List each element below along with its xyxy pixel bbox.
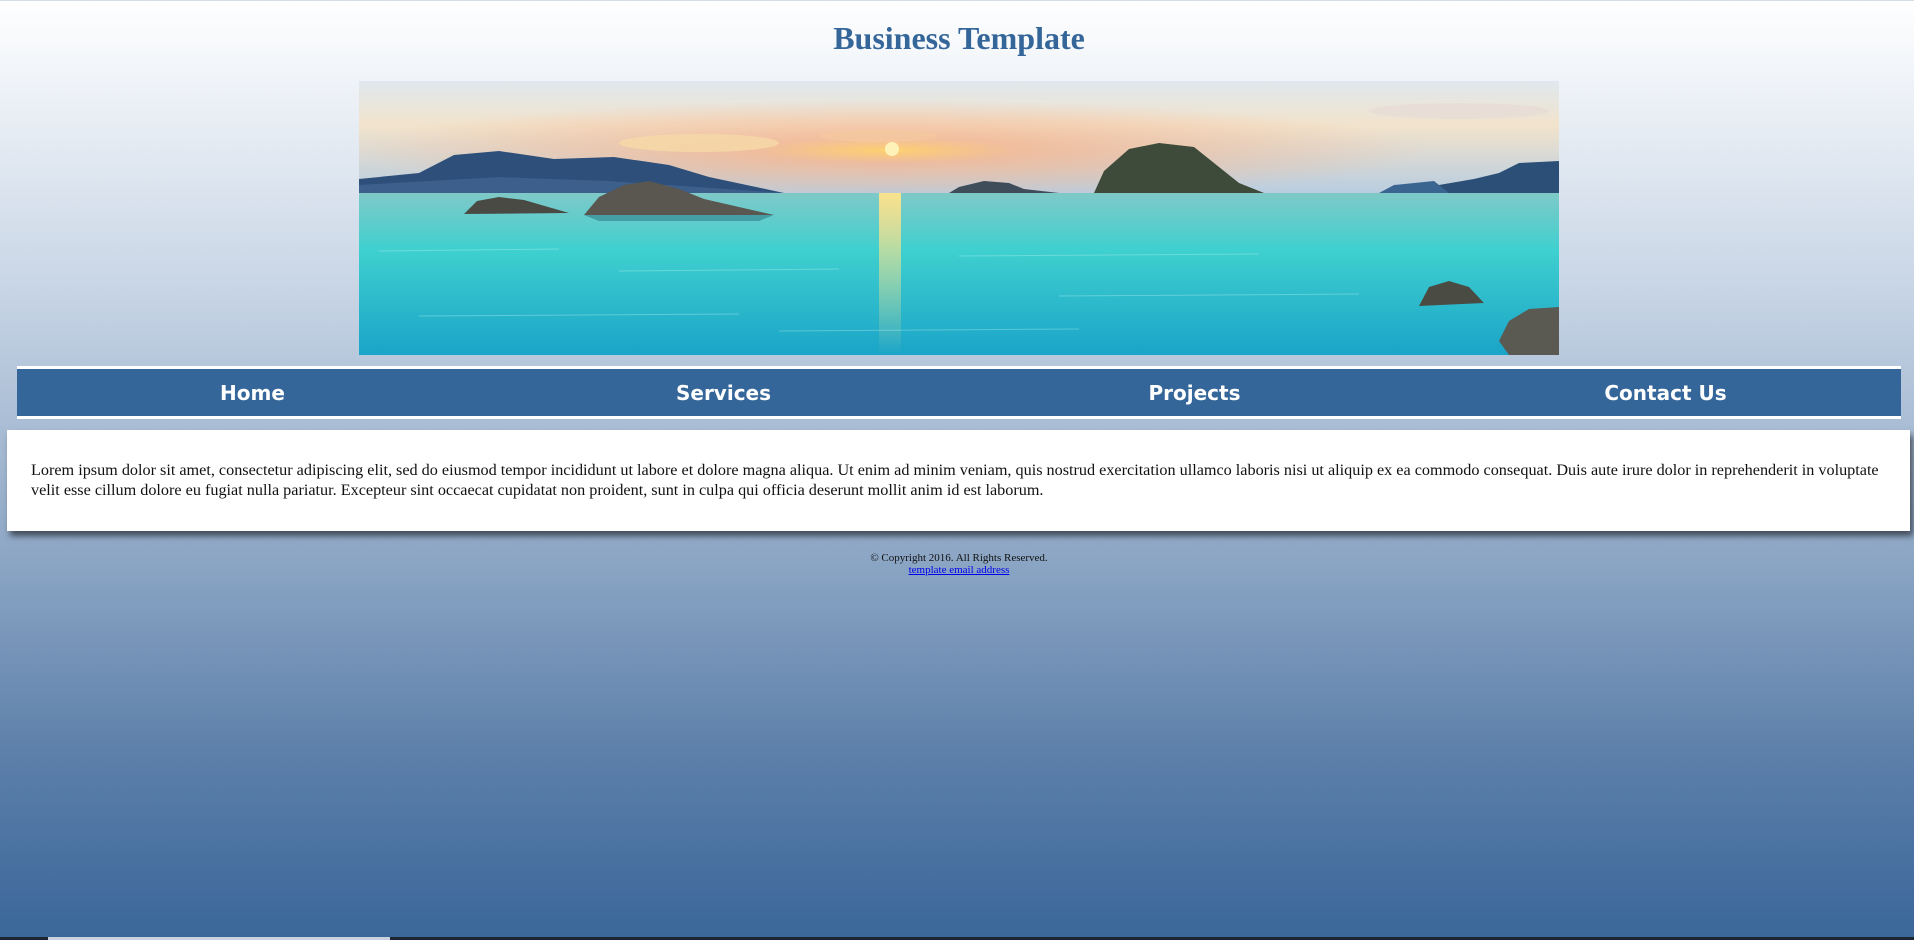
copyright-text: © Copyright 2016. All Rights Reserved. xyxy=(870,552,1048,564)
sunset-seascape-image xyxy=(359,81,1559,355)
site-title: Business Template xyxy=(833,20,1085,56)
email-link[interactable]: template email address xyxy=(909,564,1010,576)
main-nav: Home Services Projects Contact Us xyxy=(17,366,1901,419)
top-border-line xyxy=(0,0,1914,1)
nav-services[interactable]: Services xyxy=(488,369,959,416)
nav-contact-us[interactable]: Contact Us xyxy=(1430,369,1901,416)
content-panel: Lorem ipsum dolor sit amet, consectetur … xyxy=(7,430,1910,531)
banner-image xyxy=(359,81,1559,355)
nav-home[interactable]: Home xyxy=(17,369,488,416)
footer: © Copyright 2016. All Rights Reserved. t… xyxy=(0,552,1914,576)
nav-projects[interactable]: Projects xyxy=(959,369,1430,416)
content-paragraph: Lorem ipsum dolor sit amet, consectetur … xyxy=(31,461,1879,499)
